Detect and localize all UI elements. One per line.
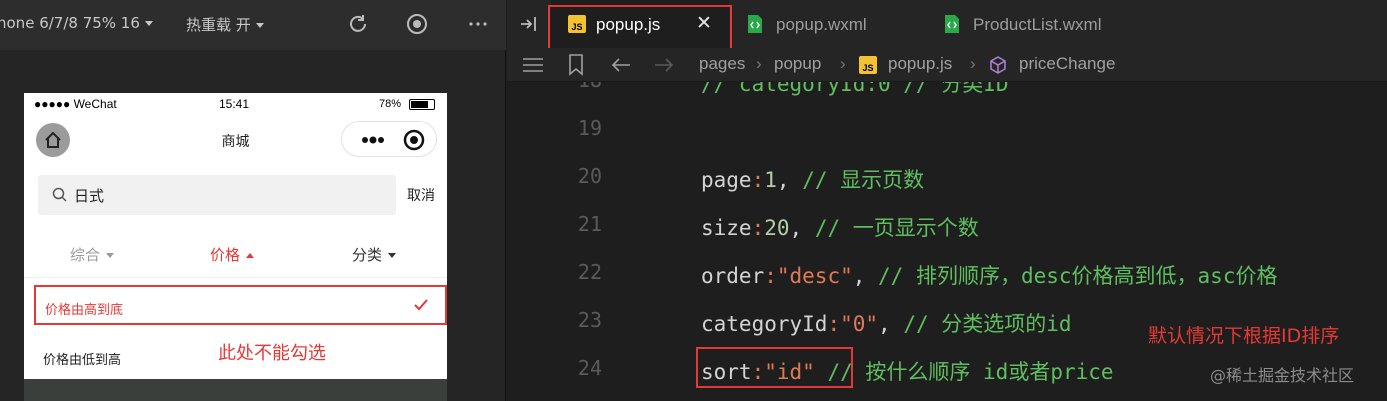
more-icon	[362, 129, 425, 151]
capsule-menu[interactable]	[341, 121, 437, 157]
battery-icon	[409, 99, 435, 110]
tab-productlist-wxml[interactable]: ProductList.wxml	[925, 0, 1161, 48]
code-key: order	[701, 264, 765, 288]
code-comment: // 一页显示个数	[814, 216, 979, 240]
simulator-pane: hone 6/7/8 75% 16 热重载 开 ●●●●● WeChat 15:…	[0, 0, 506, 401]
code-line: 19	[507, 116, 1387, 164]
device-select[interactable]: hone 6/7/8 75% 16	[0, 14, 153, 32]
caret-down-icon	[106, 253, 115, 258]
sort-tabs: 综合 价格 分类	[24, 228, 447, 278]
check-icon	[414, 299, 428, 311]
code-key: categoryId	[701, 312, 828, 336]
status-bar: ●●●●● WeChat 15:41 78%	[24, 93, 447, 117]
breadcrumb-item[interactable]: priceChange	[1019, 54, 1115, 74]
watermark: @稀土掘金技术社区	[1210, 366, 1355, 385]
breadcrumb-item[interactable]: popup	[774, 54, 821, 74]
code-value: "0"	[840, 312, 879, 336]
collapse-sidebar-icon[interactable]	[519, 14, 543, 34]
battery-percent: 78%	[379, 98, 402, 110]
annotation-note: 此处不能勾选	[218, 343, 326, 364]
code-editor: JS popup.js ✕ popup.wxml ProductList.wxm…	[507, 0, 1387, 401]
simulator-toolbar: hone 6/7/8 75% 16 热重载 开	[0, 0, 506, 50]
annotation-note: 默认情况下根据ID排序	[1148, 325, 1340, 347]
carrier-label: ●●●●● WeChat	[34, 97, 117, 111]
code-key: page	[701, 168, 752, 192]
tab-popup-wxml[interactable]: popup.wxml	[732, 0, 924, 48]
search-row: 日式 取消	[24, 175, 447, 215]
hot-reload-select[interactable]: 热重载 开	[186, 14, 264, 35]
sort-tab-price[interactable]: 价格	[210, 244, 255, 265]
back-arrow-icon[interactable]	[610, 56, 632, 74]
code-comment: // categoryId:0 // 分类ID	[701, 82, 1009, 96]
code-line: 18 // categoryId:0 // 分类ID	[507, 82, 1387, 116]
line-number: 19	[577, 116, 602, 140]
chevron-right-icon: ›	[840, 54, 846, 73]
chevron-down-icon	[144, 21, 153, 26]
breadcrumb-item[interactable]: pages	[699, 54, 745, 74]
sort-tab-category[interactable]: 分类	[352, 244, 397, 265]
code-comment: // 分类选项的id	[903, 312, 1072, 336]
cancel-button[interactable]: 取消	[407, 185, 435, 205]
chevron-right-icon: ›	[970, 54, 976, 73]
line-number: 24	[577, 356, 602, 380]
wxml-file-icon	[748, 15, 762, 33]
highlight-box	[696, 347, 853, 388]
more-icon[interactable]	[466, 12, 490, 36]
highlight-box	[548, 5, 732, 52]
search-value: 日式	[74, 187, 105, 205]
stop-icon[interactable]	[405, 12, 429, 36]
list-icon[interactable]	[521, 56, 545, 74]
product-image-strip	[24, 379, 447, 401]
wxml-file-icon	[945, 15, 959, 33]
line-number: 20	[577, 164, 602, 188]
code-line: 22 order:"desc", // 排列顺序，desc价格高到低，asc价格	[507, 260, 1387, 308]
bookmark-icon[interactable]	[568, 54, 584, 76]
option-label: 价格由高到底	[45, 303, 124, 318]
phone-screen: ●●●●● WeChat 15:41 78% 商城 日式 取消 综合 价格 分类…	[24, 93, 447, 401]
line-number: 18	[507, 82, 602, 92]
line-number: 23	[577, 308, 602, 332]
code-area[interactable]: 18 // categoryId:0 // 分类ID 19 20 page:1,…	[507, 82, 1387, 401]
tab-bar: JS popup.js ✕ popup.wxml ProductList.wxm…	[507, 0, 1387, 52]
option-label: 价格由低到高	[43, 353, 122, 368]
caret-down-icon	[388, 253, 397, 258]
refresh-icon[interactable]	[346, 12, 370, 36]
code-value: 20	[764, 216, 790, 240]
line-number: 22	[577, 260, 602, 284]
app-root: hone 6/7/8 75% 16 热重载 开 ●●●●● WeChat 15:…	[0, 0, 1387, 401]
code-key: size	[701, 216, 752, 240]
forward-arrow-icon[interactable]	[653, 56, 675, 74]
code-line: 20 page:1, // 显示页数	[507, 164, 1387, 212]
search-input[interactable]: 日式	[38, 175, 396, 215]
caret-up-icon	[246, 253, 255, 258]
chevron-down-icon	[255, 23, 264, 28]
breadcrumb-item[interactable]: popup.js	[888, 54, 952, 74]
method-icon	[990, 56, 1006, 74]
breadcrumb: pages › popup › JS popup.js › priceChang…	[507, 48, 1387, 82]
code-comment: // 显示页数	[802, 168, 925, 192]
code-line: 21 size:20, // 一页显示个数	[507, 212, 1387, 260]
code-value: 1	[764, 168, 777, 192]
option-price-high-to-low[interactable]: 价格由高到底	[34, 285, 447, 325]
line-number: 21	[577, 212, 602, 236]
code-value: "desc"	[776, 264, 853, 288]
js-file-icon: JS	[859, 56, 877, 74]
clock: 15:41	[219, 97, 250, 111]
chevron-right-icon: ›	[756, 54, 762, 73]
sort-tab-comprehensive[interactable]: 综合	[70, 244, 115, 265]
nav-bar: 商城	[24, 117, 447, 163]
code-comment: // 排列顺序，desc价格高到低，asc价格	[878, 264, 1278, 288]
search-icon	[52, 187, 67, 202]
code-comment: // 按什么顺序 id或者price	[827, 360, 1114, 384]
